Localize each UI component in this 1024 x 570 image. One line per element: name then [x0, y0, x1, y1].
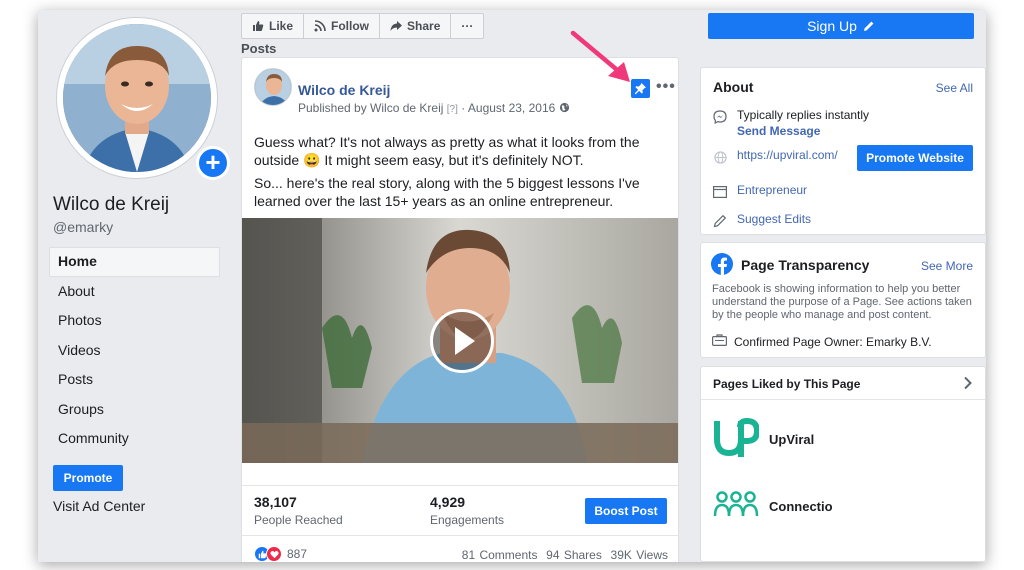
engagements-label: Engagements [430, 513, 505, 527]
promote-button[interactable]: Promote [53, 465, 123, 491]
add-photo-button[interactable]: + [196, 146, 230, 180]
replies-text: Typically replies instantly [737, 108, 870, 122]
meta-separator: · [461, 101, 466, 115]
post-insights: 38,107 People Reached 4,929 Engagements … [242, 485, 678, 536]
pages-liked-header[interactable]: Pages Liked by This Page [701, 367, 985, 400]
suggest-edits-link[interactable]: Suggest Edits [737, 212, 811, 226]
id-card-icon [712, 334, 728, 349]
category-row: Entrepreneur [711, 183, 807, 201]
category-icon [711, 183, 729, 201]
follow-button[interactable]: Follow [303, 13, 381, 39]
nav-item-home[interactable]: Home [49, 247, 220, 277]
nav-item-videos[interactable]: Videos [49, 336, 220, 366]
sign-up-label: Sign Up [807, 18, 857, 34]
promote-website-button[interactable]: Promote Website [857, 145, 973, 171]
connectio-logo-icon [713, 490, 759, 523]
pencil-edit-icon [711, 212, 729, 230]
engagement-counts: 81 Comments 94 Shares 39K Views [462, 548, 668, 562]
pages-liked-card: Pages Liked by This Page UpViral Connect… [700, 366, 986, 562]
pencil-icon [863, 21, 874, 31]
globe-icon [559, 102, 569, 113]
page-owner-text: Confirmed Page Owner: Emarky B.V. [734, 334, 932, 349]
post-author-avatar[interactable] [254, 68, 292, 106]
pages-liked-title: Pages Liked by This Page [713, 377, 861, 391]
posts-heading: Posts [241, 41, 277, 56]
post-meta: Published by Wilco de Kreij [?] · August… [298, 101, 570, 115]
love-reaction-icon [266, 546, 282, 562]
annotation-arrow [570, 30, 630, 82]
rss-icon [314, 20, 326, 32]
nav-item-about[interactable]: About [49, 277, 220, 307]
engagements-stat: 4,929 Engagements [430, 494, 504, 527]
nav-item-photos[interactable]: Photos [49, 306, 220, 336]
pinned-post: Wilco de Kreij Published by Wilco de Kre… [241, 57, 679, 562]
reactions-count: 887 [287, 547, 308, 561]
messenger-icon [711, 108, 729, 126]
like-label: Like [269, 19, 294, 33]
comments-count[interactable]: 81 Comments [462, 548, 538, 562]
boost-post-button[interactable]: Boost Post [585, 498, 667, 524]
category-link[interactable]: Entrepreneur [737, 183, 807, 197]
facebook-icon [711, 253, 733, 275]
post-author-name[interactable]: Wilco de Kreij [298, 82, 390, 98]
page-transparency-card: Page Transparency See More Facebook is s… [700, 242, 986, 358]
shares-count[interactable]: 94 Shares [546, 548, 602, 562]
page-handle[interactable]: @emarky [53, 219, 113, 235]
play-icon[interactable] [430, 309, 494, 373]
people-reached-value: 38,107 [254, 494, 297, 510]
website-link[interactable]: https://upviral.com/ [737, 148, 838, 162]
nav-item-community[interactable]: Community [49, 424, 220, 454]
nav-item-groups[interactable]: Groups [49, 395, 220, 425]
upviral-name: UpViral [769, 432, 815, 447]
share-icon [390, 21, 403, 31]
transparency-title: Page Transparency [741, 257, 870, 273]
visit-ad-center-link[interactable]: Visit Ad Center [53, 498, 145, 514]
follow-label: Follow [331, 19, 370, 33]
response-row: Typically replies instantly Send Message [711, 108, 869, 138]
page-action-bar: Like Follow Share ··· [241, 13, 485, 39]
post-video[interactable] [242, 218, 678, 463]
website-row: https://upviral.com/ [711, 148, 838, 166]
profile-picture[interactable]: + [56, 17, 230, 180]
about-see-all-link[interactable]: See All [936, 81, 973, 95]
people-reached-label: People Reached [254, 513, 343, 527]
facebook-page-frame: + Wilco de Kreij @emarky Home About Phot… [38, 10, 986, 562]
sign-up-button[interactable]: Sign Up [708, 13, 974, 39]
liked-page-connectio[interactable]: Connectio [713, 490, 833, 523]
profile-photo [63, 24, 211, 172]
views-count[interactable]: 39K Views [611, 548, 668, 562]
connectio-name: Connectio [769, 499, 833, 514]
send-message-link[interactable]: Send Message [737, 124, 869, 138]
share-label: Share [407, 19, 441, 33]
about-card: About See All Typically replies instantl… [700, 67, 986, 235]
post-date[interactable]: August 23, 2016 [468, 101, 555, 115]
more-actions-button[interactable]: ··· [450, 13, 485, 39]
suggest-edits-row: Suggest Edits [711, 212, 811, 230]
transparency-see-more-link[interactable]: See More [921, 259, 973, 273]
left-sidebar: + Wilco de Kreij @emarky Home About Phot… [38, 10, 230, 562]
like-button[interactable]: Like [241, 13, 305, 39]
transparency-description: Facebook is showing information to help … [712, 283, 972, 321]
page-owner-row: Confirmed Page Owner: Emarky B.V. [712, 334, 932, 349]
help-marker[interactable]: [?] [447, 104, 458, 115]
about-title: About [713, 79, 754, 95]
people-reached-stat: 38,107 People Reached [254, 494, 343, 527]
nav-item-posts[interactable]: Posts [49, 365, 220, 395]
post-text: Guess what? It's not always as pretty as… [254, 133, 672, 215]
upviral-logo-icon [713, 417, 761, 462]
chevron-right-icon[interactable] [963, 376, 973, 395]
post-options-icon[interactable]: ••• [656, 79, 676, 95]
page-nav: Home About Photos Videos Posts Groups Co… [49, 247, 220, 454]
reactions-summary[interactable]: 887 [254, 546, 307, 562]
page-name: Wilco de Kreij [53, 194, 170, 215]
like-icon [253, 21, 264, 31]
share-button[interactable]: Share [379, 13, 452, 39]
post-paragraph-1: Guess what? It's not always as pretty as… [254, 134, 640, 168]
engagements-value: 4,929 [430, 494, 466, 510]
link-globe-icon [711, 148, 729, 166]
published-by[interactable]: Published by Wilco de Kreij [298, 101, 443, 115]
liked-page-upviral[interactable]: UpViral [713, 417, 814, 462]
post-paragraph-2: So... here's the real story, along with … [254, 175, 640, 209]
